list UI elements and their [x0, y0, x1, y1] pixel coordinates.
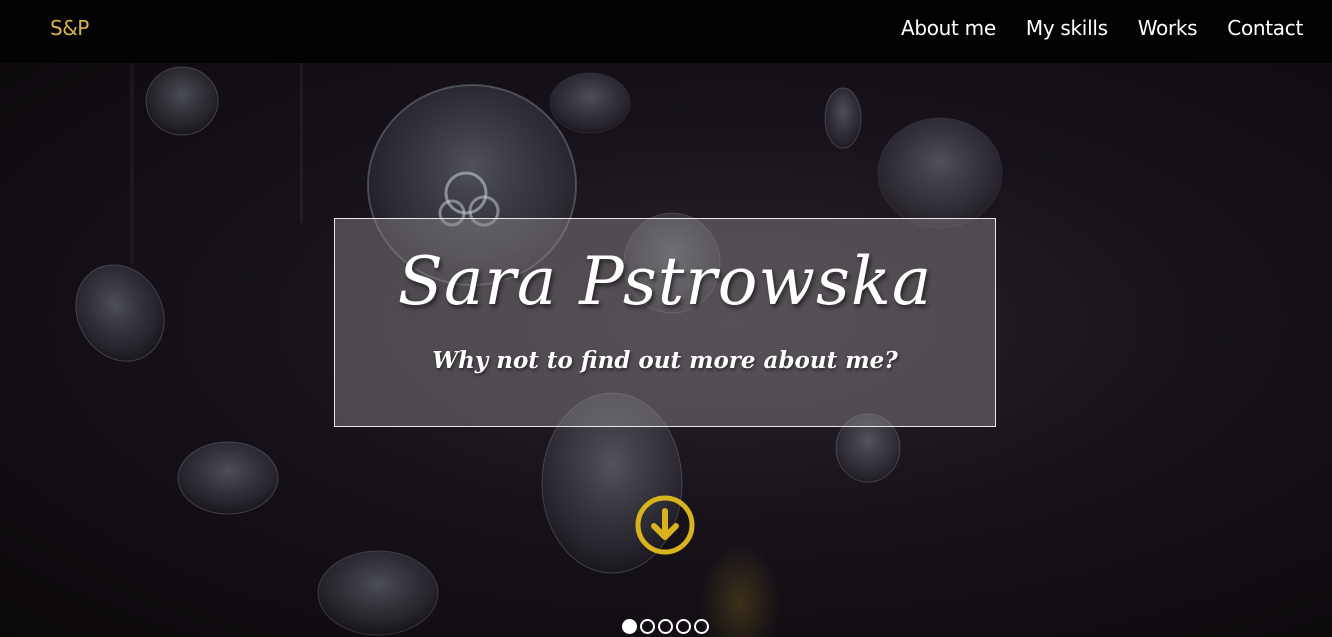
main-nav: About me My skills Works Contact — [901, 14, 1303, 42]
hero-subtitle: Why not to find out more about me? — [432, 347, 898, 374]
slider-dot-1[interactable] — [622, 619, 637, 634]
hero-title: Sara Pstrowska — [397, 243, 933, 320]
arrow-down-circle-icon — [635, 495, 695, 555]
slider-dot-4[interactable] — [676, 619, 691, 634]
hero-title-box: Sara Pstrowska Why not to find out more … — [334, 218, 996, 427]
nav-item-contact[interactable]: Contact — [1227, 14, 1303, 42]
slider-dot-2[interactable] — [640, 619, 655, 634]
nav-item-works[interactable]: Works — [1138, 14, 1198, 42]
nav-item-about-me[interactable]: About me — [901, 14, 996, 42]
slider-dot-3[interactable] — [658, 619, 673, 634]
nav-item-my-skills[interactable]: My skills — [1026, 14, 1108, 42]
logo-link[interactable]: S&P — [50, 16, 89, 40]
scroll-down-button[interactable] — [634, 494, 696, 556]
navbar: S&P About me My skills Works Contact — [0, 0, 1332, 63]
slider-dot-5[interactable] — [694, 619, 709, 634]
hero-section: Sara Pstrowska Why not to find out more … — [0, 63, 1332, 637]
slider-pagination — [622, 619, 709, 634]
